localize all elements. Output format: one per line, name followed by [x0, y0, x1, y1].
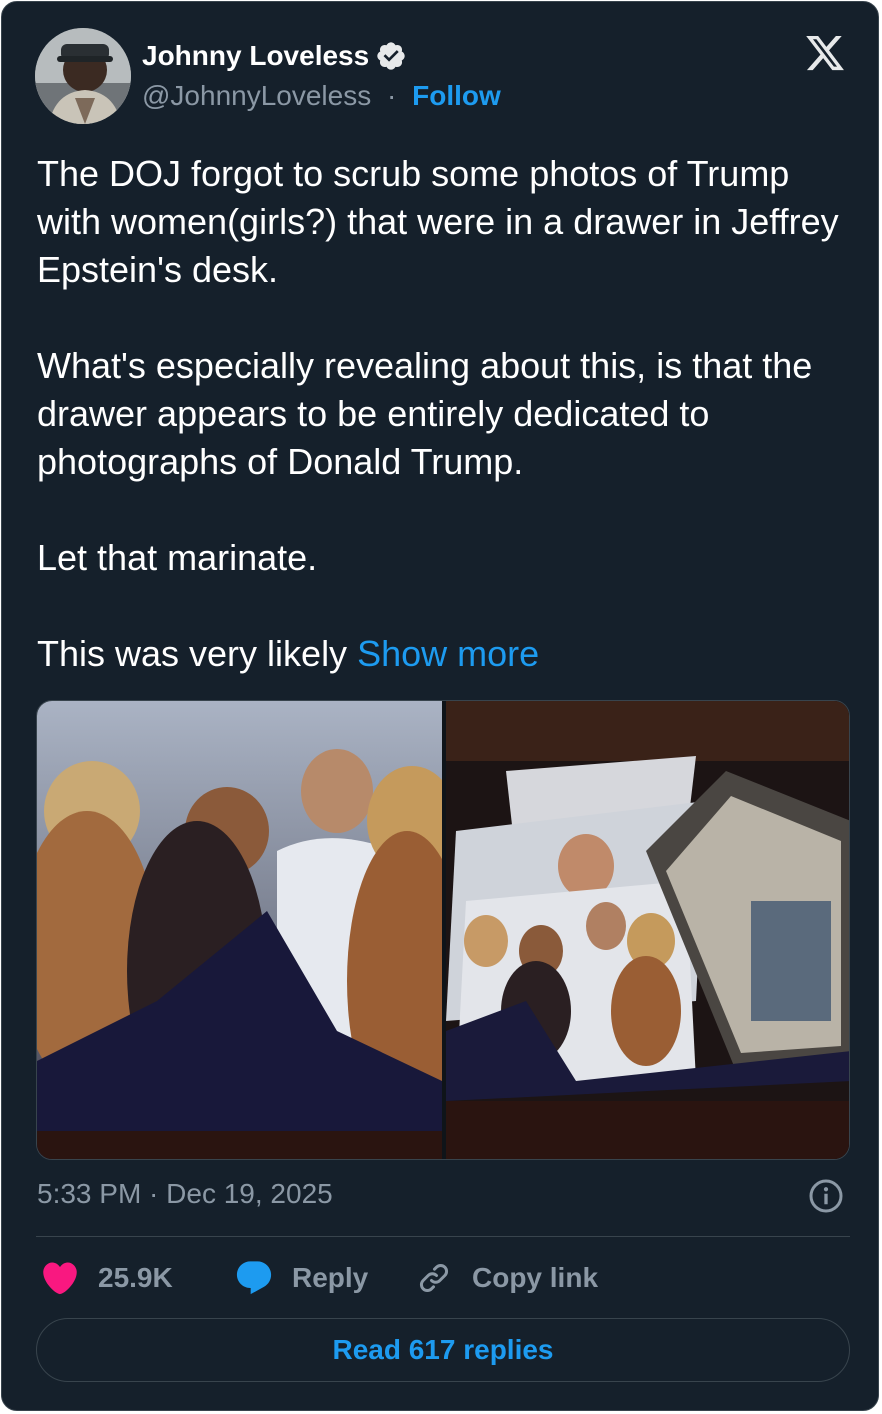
copy-link-button[interactable]: Copy link: [414, 1256, 598, 1300]
reply-button[interactable]: Reply: [234, 1256, 368, 1300]
read-replies-button[interactable]: Read 617 replies: [36, 1318, 850, 1382]
info-icon[interactable]: [808, 1178, 844, 1214]
tweet-timestamp[interactable]: 5:33 PM · Dec 19, 2025: [37, 1178, 333, 1210]
read-replies-label: Read 617 replies: [332, 1334, 554, 1365]
author-name-row: Johnny Loveless: [142, 36, 407, 76]
separator-dot: ·: [387, 80, 397, 111]
follow-button[interactable]: Follow: [412, 80, 501, 111]
tweet-paragraph: What's especially revealing about this, …: [37, 345, 813, 482]
avatar[interactable]: [35, 28, 131, 124]
link-icon: [420, 1264, 448, 1292]
tweet-card: Johnny Loveless @JohnnyLoveless · Follow…: [1, 1, 879, 1411]
media-photo-left[interactable]: [37, 701, 467, 1159]
copy-link-label: Copy link: [472, 1262, 599, 1293]
author-handle[interactable]: @JohnnyLoveless: [142, 80, 371, 111]
show-more-link[interactable]: Show more: [357, 633, 539, 674]
verified-badge-icon: [375, 40, 407, 72]
author-name[interactable]: Johnny Loveless: [142, 40, 369, 72]
tweet-paragraph: Let that marinate.: [37, 537, 318, 578]
reply-label: Reply: [292, 1262, 369, 1293]
tweet-paragraph-truncated: This was very likely Show more: [37, 630, 852, 678]
media-photo-right[interactable]: [446, 701, 849, 1159]
truncated-text: This was very likely: [37, 633, 358, 674]
x-logo-icon[interactable]: [802, 32, 848, 74]
heart-icon: [43, 1262, 77, 1295]
like-count: 25.9K: [98, 1262, 173, 1293]
author-handle-row: @JohnnyLoveless · Follow: [142, 80, 501, 112]
avatar-photo: [35, 28, 131, 124]
tweet-text: The DOJ forgot to scrub some photos of T…: [37, 150, 852, 678]
media-grid: [36, 700, 850, 1160]
like-button[interactable]: 25.9K: [40, 1256, 173, 1300]
tweet-paragraph: The DOJ forgot to scrub some photos of T…: [37, 153, 839, 290]
speech-bubble-icon: [236, 1261, 272, 1295]
divider: [36, 1236, 850, 1237]
